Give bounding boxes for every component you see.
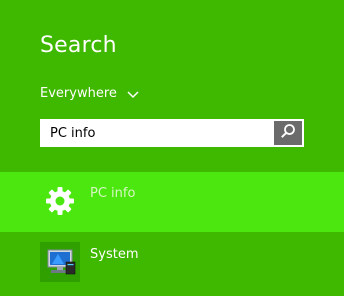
- chevron-down-icon: [127, 88, 139, 100]
- search-icon: [280, 123, 296, 143]
- search-button[interactable]: [274, 121, 302, 145]
- system-monitor-icon: [40, 242, 80, 282]
- result-label-system: System: [90, 247, 139, 262]
- gear-icon: [40, 181, 80, 221]
- search-scope-label: Everywhere: [40, 86, 117, 101]
- search-scope-dropdown[interactable]: Everywhere: [40, 86, 139, 101]
- result-label-pc-info: PC info: [90, 186, 136, 201]
- search-input[interactable]: [40, 119, 274, 147]
- search-box: [40, 119, 304, 147]
- search-panel-title: Search: [40, 33, 117, 58]
- result-item-system[interactable]: System: [0, 236, 344, 288]
- result-item-pc-info[interactable]: PC info: [0, 172, 344, 232]
